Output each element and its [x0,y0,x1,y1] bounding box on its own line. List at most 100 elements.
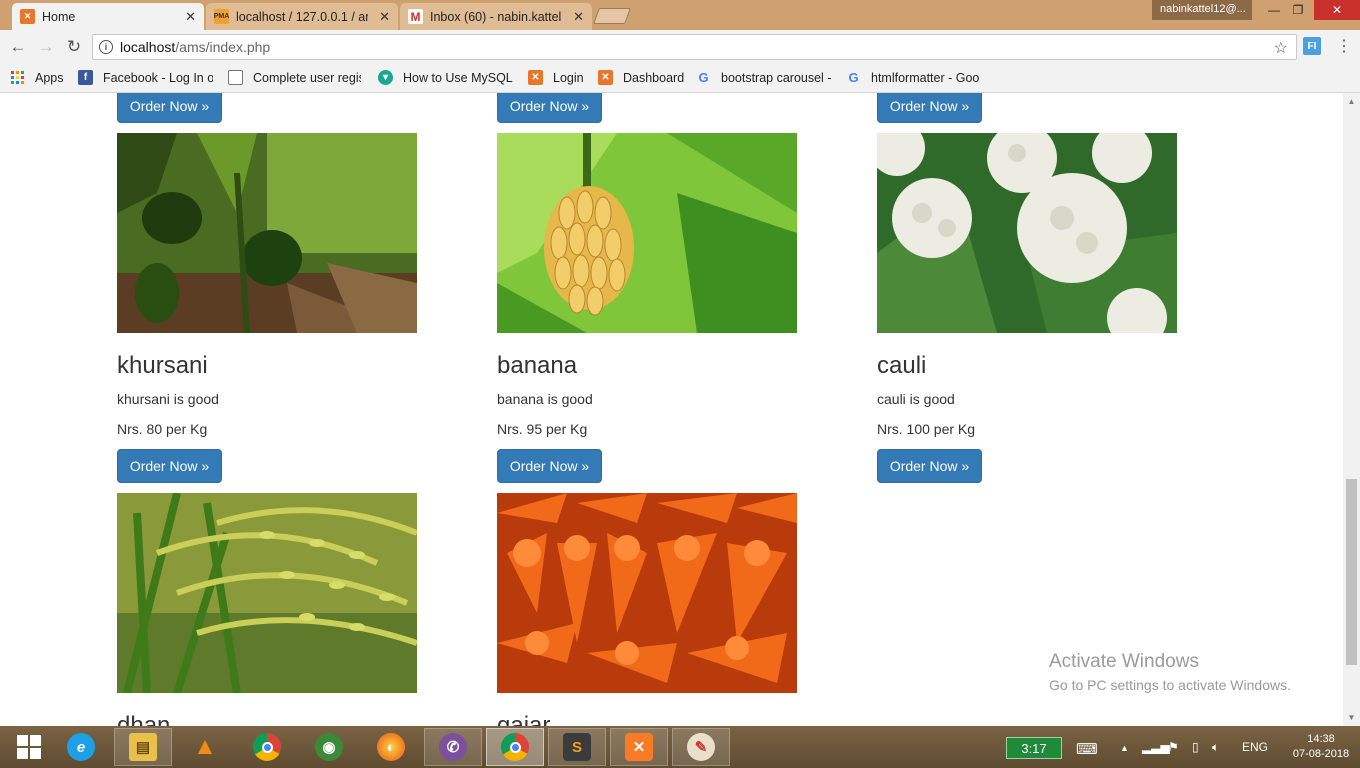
page-viewport: Order Now » Order Now » Order Now » khur… [0,93,1343,726]
bookmark-label: Apps [35,70,64,85]
keyboard-icon[interactable]: ⌨ [1076,740,1098,758]
sublime-icon: S [563,733,591,761]
xampp-icon: ✕ [598,70,613,85]
forward-arrow-icon[interactable]: → [35,36,57,58]
taskbar-vlc[interactable]: ▲ [176,728,234,766]
file-explorer-icon: ▤ [129,733,157,761]
product-description: banana is good [497,391,593,407]
show-hidden-icons-icon[interactable]: ▲ [1120,743,1129,753]
taskbar-network[interactable]: ◉ [300,728,358,766]
action-center-flag-icon[interactable]: ⚑ [1168,740,1179,754]
apps-grid-icon [10,70,25,85]
bookmark-label: How to Use MySQL I [403,70,515,85]
language-indicator[interactable]: ENG [1242,740,1268,754]
new-tab-button[interactable] [593,8,631,24]
bookmark-label: Login [553,70,584,85]
order-now-button[interactable]: Order Now » [877,449,982,483]
bookmark-login[interactable]: ✕ Login [528,70,584,85]
order-now-button[interactable]: Order Now » [117,93,222,123]
product-description: cauli is good [877,391,955,407]
xampp-icon: ✕ [625,733,653,761]
product-price: Nrs. 100 per Kg [877,421,976,437]
page-scrollbar[interactable]: ▲ ▼ [1343,93,1360,726]
bookmark-label: htmlformatter - Goo [871,70,980,85]
taskbar-chrome-active[interactable] [486,728,544,766]
close-icon[interactable]: ✕ [185,9,196,25]
close-icon[interactable]: ✕ [379,9,390,25]
taskbar-chrome[interactable] [238,728,296,766]
taskbar: e ▤ ▲ ◉ ◐ ✆ S ✕ ✎ 3:17 ⌨ ▲ ▂▃▅ ⚑ ▯ 🔈︎ EN… [0,726,1360,768]
tab-home[interactable]: ✕ Home ✕ [12,3,204,30]
bookmark-registration[interactable]: Complete user regist [228,70,361,85]
bookmark-label: Complete user regist [253,70,361,85]
ie-icon: e [67,733,95,761]
taskbar-xampp[interactable]: ✕ [610,728,668,766]
order-now-button[interactable]: Order Now » [877,93,982,123]
order-now-button[interactable]: Order Now » [497,449,602,483]
scroll-up-icon[interactable]: ▲ [1343,93,1360,110]
close-icon[interactable]: ✕ [573,9,584,25]
tab-title: Inbox (60) - nabin.kattel@ [430,9,563,24]
product-name: banana [497,352,578,379]
gmail-icon: M [408,9,423,24]
viber-icon: ✆ [439,733,467,761]
product-name: gajar [497,712,551,726]
google-icon: G [698,70,709,85]
reload-icon[interactable]: ↻ [63,36,85,58]
taskbar-paint[interactable]: ✎ [672,728,730,766]
product-name: khursani [117,352,208,379]
taskbar-viber[interactable]: ✆ [424,728,482,766]
shield-icon: ▾ [378,70,393,85]
volume-icon[interactable]: 🔈︎ [1212,740,1219,755]
tab-phpmyadmin[interactable]: PMA localhost / 127.0.0.1 / ams ✕ [206,3,398,30]
order-now-button[interactable]: Order Now » [117,449,222,483]
bookmark-facebook[interactable]: f Facebook - Log In or [78,70,213,85]
browser-toolbar: ← → ↻ i localhost/ams/index.php ☆ FI ⋮ [0,30,1360,64]
vlc-icon: ▲ [193,733,217,760]
tab-title: Home [42,9,76,24]
watermark-subtitle: Go to PC settings to activate Windows. [1049,677,1291,693]
extension-icon[interactable]: FI [1303,37,1321,55]
bookmark-apps[interactable]: Apps [10,70,64,85]
browser-titlebar: ✕ Home ✕ PMA localhost / 127.0.0.1 / ams… [0,0,1360,30]
bookmark-mysql[interactable]: ▾ How to Use MySQL I [378,70,515,85]
product-name: cauli [877,352,927,379]
tab-gmail[interactable]: M Inbox (60) - nabin.kattel@ ✕ [400,3,592,30]
chrome-menu-icon[interactable]: ⋮ [1335,36,1353,58]
banana-bunch-image [497,133,797,333]
bookmark-star-icon[interactable]: ☆ [1274,38,1288,58]
facebook-icon: f [78,70,93,85]
chrome-icon [253,733,281,761]
restore-button[interactable]: ❐ [1284,0,1312,20]
battery-icon[interactable]: ▯ [1192,740,1199,754]
close-window-button[interactable]: ✕ [1314,0,1360,20]
network-icon: ◉ [315,733,343,761]
address-bar[interactable]: i localhost/ams/index.php ☆ [92,34,1297,60]
system-clock[interactable]: 14:38 07-08-2018 [1288,732,1354,762]
phpmyadmin-icon: PMA [214,9,229,24]
profile-button[interactable]: nabinkattel12@... [1152,0,1252,20]
cauliflower-image [877,133,1177,333]
bookmark-bootstrap-carousel[interactable]: G bootstrap carousel - [696,70,831,85]
clock-time: 14:38 [1307,733,1335,745]
bookmark-dashboard[interactable]: ✕ Dashboard [598,70,684,85]
taskbar-sublime[interactable]: S [548,728,606,766]
chrome-active-icon [501,733,529,761]
info-icon[interactable]: i [99,40,113,54]
order-now-button[interactable]: Order Now » [497,93,602,123]
bookmark-htmlformatter[interactable]: G htmlformatter - Goo [846,70,979,85]
bookmark-label: Dashboard [623,70,685,85]
chili-plant-image [117,133,417,333]
taskbar-file-explorer[interactable]: ▤ [114,728,172,766]
scroll-thumb[interactable] [1346,479,1357,665]
taskbar-ie[interactable]: e [52,728,110,766]
battery-timer[interactable]: 3:17 [1006,737,1062,759]
start-button[interactable] [0,728,58,766]
signal-icon[interactable]: ▂▃▅ [1142,740,1170,754]
back-arrow-icon[interactable]: ← [7,36,29,58]
scroll-down-icon[interactable]: ▼ [1343,709,1360,726]
activate-windows-watermark: Activate Windows Go to PC settings to ac… [1049,651,1291,693]
taskbar-firefox[interactable]: ◐ [362,728,420,766]
bookmark-label: bootstrap carousel - [721,70,831,85]
url-host: localhost [120,39,176,55]
